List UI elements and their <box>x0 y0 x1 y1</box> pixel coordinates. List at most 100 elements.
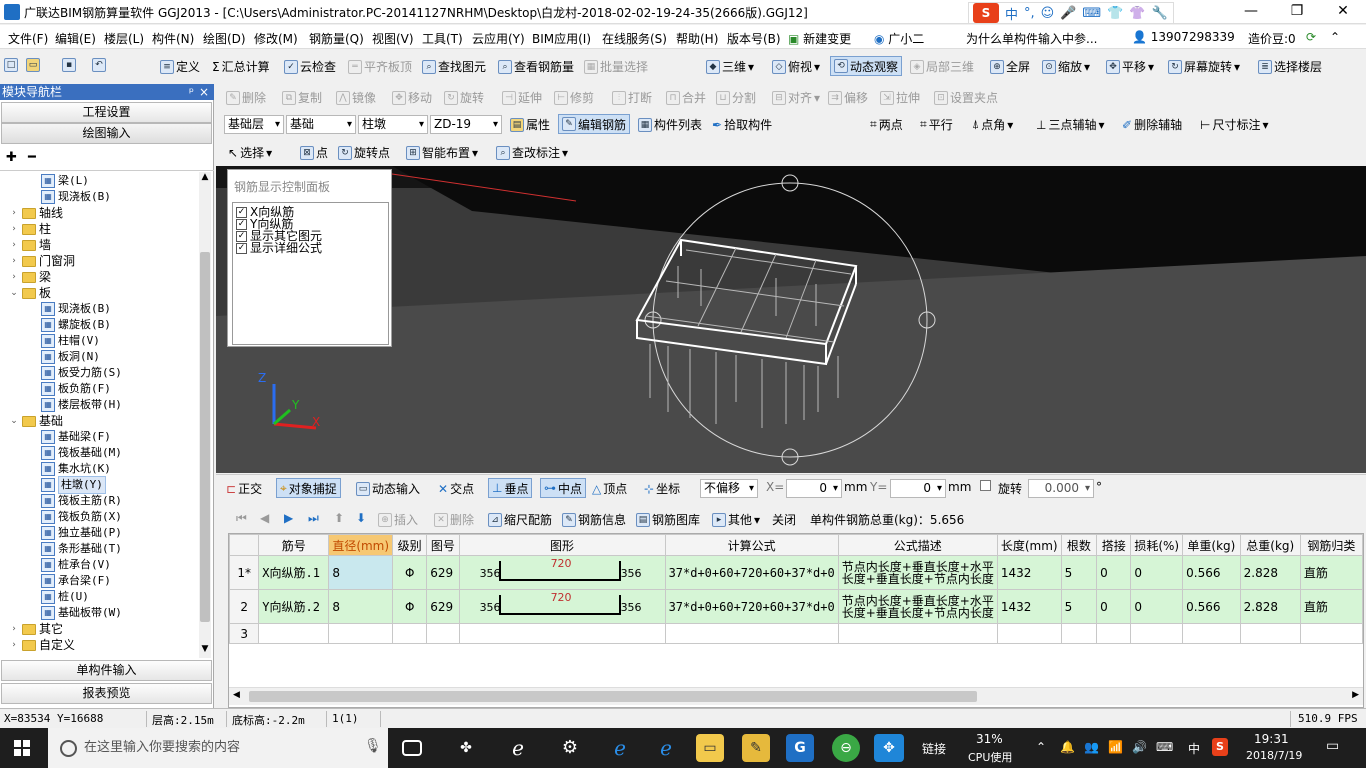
ime-keyboard-icon[interactable]: ⌨ <box>1082 6 1101 21</box>
cell-total-weight[interactable]: 2.828 <box>1239 589 1301 624</box>
volume-icon[interactable]: 🔊 <box>1132 740 1147 754</box>
tray-bell-icon[interactable]: 🔔 <box>1060 740 1075 754</box>
prev-row-icon[interactable]: ◀ <box>260 511 269 525</box>
tree-item[interactable]: ⌄ 板 <box>9 285 51 301</box>
input-lang[interactable]: 中 <box>1188 740 1200 757</box>
edit-rebar-button[interactable]: ✎ 编辑钢筋 <box>558 114 631 134</box>
tree-item[interactable]: ▦ 板受力筋(S) <box>41 365 122 381</box>
taskbar-search-box[interactable]: 在这里输入你要搜索的内容 <box>48 728 388 768</box>
clock-date[interactable]: 2018/7/19 <box>1246 749 1302 762</box>
cell-grade[interactable]: Φ <box>392 589 428 624</box>
ime-mic-icon[interactable]: 🎤 <box>1060 6 1076 21</box>
tree-item[interactable]: ▦ 基础板带(W) <box>41 605 122 621</box>
expand-arrow-icon[interactable]: › <box>9 205 19 221</box>
empty-cell[interactable] <box>1239 623 1301 644</box>
tree-item[interactable]: › 自定义 <box>9 637 75 653</box>
tree-item[interactable]: ▦ 板洞(N) <box>41 349 100 365</box>
break-button[interactable]: ⫶ 打断 <box>612 89 652 106</box>
sogou-logo-icon[interactable]: S <box>973 3 999 23</box>
cell-count[interactable]: 5 <box>1060 589 1098 624</box>
empty-cell[interactable] <box>837 623 998 644</box>
insert-button[interactable]: ⊕ 插入 <box>378 511 418 528</box>
minimize-button[interactable]: — <box>1228 0 1274 24</box>
grid-hscrollbar[interactable]: ◀ ▶ <box>229 687 1363 705</box>
cell-formula[interactable]: 37*d+0+60+720+60+37*d+0 <box>664 589 839 624</box>
empty-cell[interactable] <box>1182 623 1241 644</box>
offset-mode-select[interactable]: 不偏移 <box>700 479 758 498</box>
close-button[interactable]: ✕ <box>1320 0 1366 24</box>
orbit-button[interactable]: ⟲ 动态观察 <box>830 56 903 76</box>
tree-item[interactable]: ▦ 条形基础(T) <box>41 541 122 557</box>
edge-icon[interactable]: ℯ <box>606 734 634 762</box>
col-header-unit-weight[interactable]: 单重(kg) <box>1182 534 1241 556</box>
sogou-tray-icon[interactable]: S <box>1212 738 1228 756</box>
move-up-icon[interactable]: ⬆ <box>334 511 344 525</box>
zoom-button[interactable]: ⊙ 缩放 ▾ <box>1042 58 1090 75</box>
windows-start-icon[interactable] <box>14 740 30 756</box>
find-element-button[interactable]: ⌕ 查找图元 <box>422 58 486 75</box>
keyboard-icon[interactable]: ⌨ <box>1156 740 1173 754</box>
tree-item[interactable]: ▦ 承台梁(F) <box>41 573 111 589</box>
account-button[interactable]: 👤 13907298339 <box>1132 30 1235 44</box>
col-header-diameter[interactable]: 直径(mm) <box>328 534 394 556</box>
empty-cell[interactable] <box>664 623 839 644</box>
cell-unit-weight[interactable]: 0.566 <box>1182 589 1241 624</box>
ime-emoji-icon[interactable]: ☺ <box>1041 6 1055 21</box>
expand-arrow-icon[interactable]: › <box>9 637 19 653</box>
maximize-button[interactable]: ❐ <box>1274 0 1320 24</box>
cell-lap[interactable]: 0 <box>1096 555 1132 590</box>
new-change-button[interactable]: ▣ 新建变更 <box>788 30 851 47</box>
tree-item[interactable]: ▦ 集水坑(K) <box>41 461 111 477</box>
cell-count[interactable]: 5 <box>1060 555 1098 590</box>
table-row[interactable]: 3 <box>229 623 1363 644</box>
scroll-right-icon[interactable]: ▶ <box>1352 690 1359 700</box>
tree-item[interactable]: ⌄ 基础 <box>9 413 63 429</box>
report-preview-button[interactable]: 报表预览 <box>1 683 212 704</box>
empty-cell[interactable] <box>1060 623 1098 644</box>
col-header-count[interactable]: 根数 <box>1060 534 1098 556</box>
empty-cell[interactable] <box>1130 623 1184 644</box>
tray-link-label[interactable]: 链接 <box>922 740 946 757</box>
collapse-arrow-icon[interactable]: ⌄ <box>9 413 19 429</box>
active-app-icon[interactable]: ✥ <box>874 734 904 762</box>
rebar-library-button[interactable]: ▤ 钢筋图库 <box>636 511 700 528</box>
nav-close-icon[interactable]: × <box>199 84 209 100</box>
menu-collapse-icon[interactable]: ⌃ <box>1330 30 1340 44</box>
col-header-category[interactable]: 钢筋归类 <box>1299 534 1363 556</box>
expand-arrow-icon[interactable]: › <box>9 237 19 253</box>
row-number[interactable]: 1* <box>229 555 260 590</box>
batch-select-button[interactable]: ▦ 批量选择 <box>584 58 648 75</box>
extend-button[interactable]: ⊣ 延伸 <box>502 89 542 106</box>
cell-shape[interactable]: 356 720 356 <box>458 555 666 590</box>
x-input[interactable]: 0 <box>786 479 842 498</box>
object-snap-button[interactable]: ⌖ 对象捕捉 <box>276 478 341 498</box>
cell-unit-weight[interactable]: 0.566 <box>1182 555 1241 590</box>
tree-item[interactable]: › 其它 <box>9 621 63 637</box>
col-header-lap[interactable]: 搭接 <box>1096 534 1132 556</box>
menu-component[interactable]: 构件(N) <box>152 30 194 47</box>
green-app-icon[interactable]: ⊖ <box>832 734 860 762</box>
fan-app-icon[interactable]: ✤ <box>452 734 480 762</box>
cell-length[interactable]: 1432 <box>996 589 1062 624</box>
top-view-button[interactable]: ◇ 俯视 ▾ <box>772 58 820 75</box>
row-number[interactable]: 3 <box>229 623 260 644</box>
expand-arrow-icon[interactable]: › <box>9 269 19 285</box>
scale-rebar-button[interactable]: ⊿ 缩尺配筋 <box>488 511 552 528</box>
tree-item[interactable]: ▦ 柱帽(V) <box>41 333 100 349</box>
view-rebar-button[interactable]: ⌕ 查看钢筋量 <box>498 58 574 75</box>
menu-file[interactable]: 文件(F) <box>8 30 48 47</box>
last-row-icon[interactable]: ⏭ <box>308 511 319 526</box>
empty-cell[interactable] <box>1096 623 1132 644</box>
local-3d-button[interactable]: ◈ 局部三维 <box>910 58 974 75</box>
tree-item[interactable]: ▦ 梁(L) <box>41 173 89 189</box>
question-link[interactable]: 为什么单构件输入中参... <box>966 30 1097 47</box>
empty-cell[interactable] <box>392 623 428 644</box>
cell-loss[interactable]: 0 <box>1130 555 1184 590</box>
empty-cell[interactable] <box>458 623 666 644</box>
set-grip-button[interactable]: ⊡ 设置夹点 <box>934 89 998 106</box>
intersection-button[interactable]: ✕ 交点 <box>438 480 474 497</box>
mirror-button[interactable]: ⋀ 镜像 <box>336 89 376 106</box>
row-number[interactable]: 2 <box>229 589 260 624</box>
empty-cell[interactable] <box>996 623 1062 644</box>
tree-item[interactable]: ▦ 柱墩(Y) <box>41 476 106 494</box>
